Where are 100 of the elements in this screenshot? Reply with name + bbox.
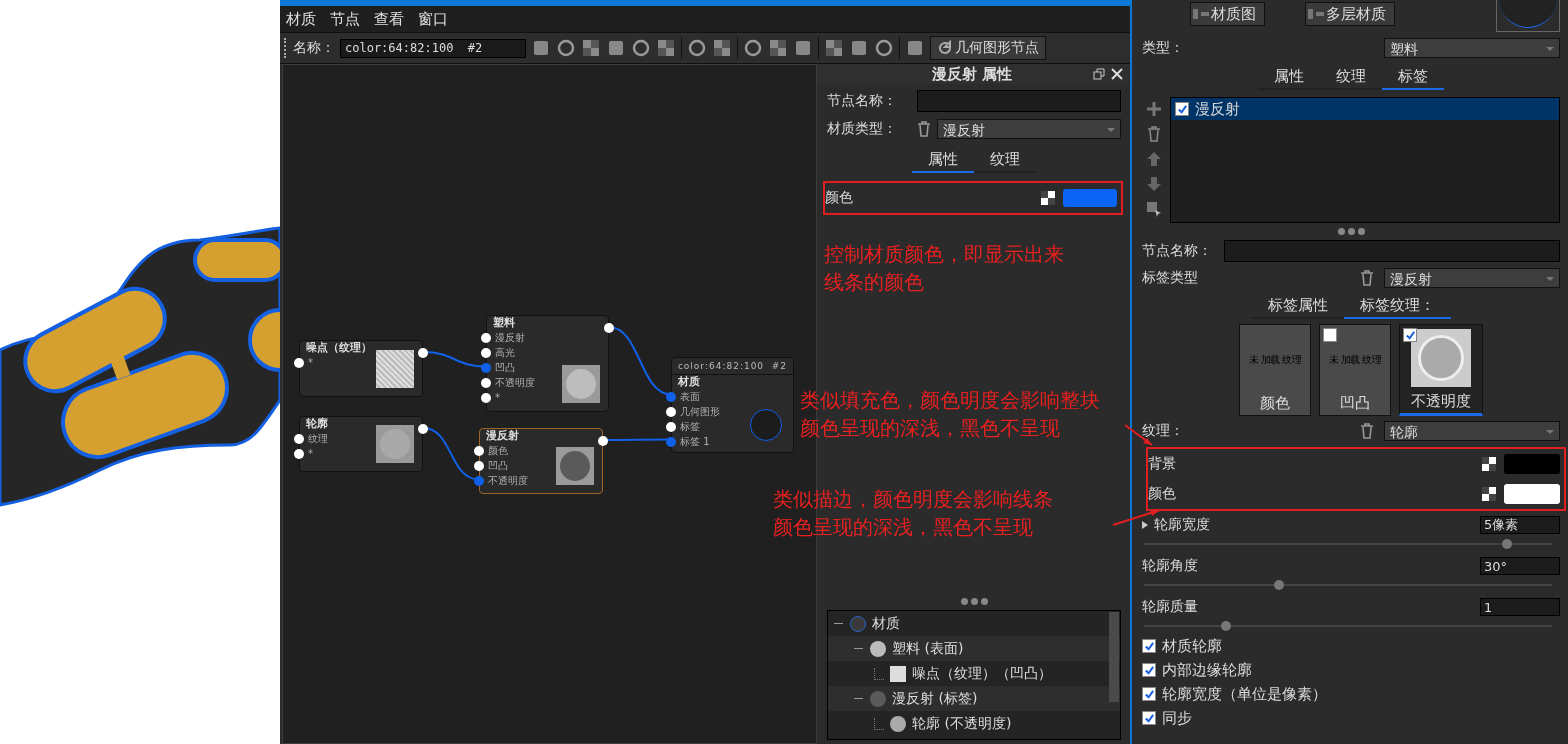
- checkbox[interactable]: [1142, 687, 1156, 701]
- restore-icon[interactable]: [1093, 68, 1105, 80]
- checker-icon[interactable]: [1482, 487, 1496, 501]
- tree-item[interactable]: 塑料 (表面): [828, 636, 1120, 661]
- value-field[interactable]: 5像素: [1480, 516, 1560, 534]
- slider-thumb[interactable]: [1502, 539, 1513, 549]
- material-type-dropdown[interactable]: 漫反射: [937, 119, 1121, 139]
- output-dot[interactable]: [418, 424, 428, 434]
- tab[interactable]: 属性: [1258, 65, 1320, 90]
- up-arrow-icon[interactable]: [1146, 151, 1162, 167]
- texture-slot[interactable]: 不透明度: [1399, 324, 1483, 416]
- color-swatch[interactable]: [1504, 454, 1560, 474]
- output-dot[interactable]: [418, 348, 428, 358]
- checkbox[interactable]: [1323, 328, 1337, 342]
- texture-slot[interactable]: 未 加载 纹理 颜色: [1239, 324, 1311, 416]
- checker-icon[interactable]: [1041, 191, 1055, 205]
- view-button[interactable]: 多层材质: [1305, 2, 1395, 26]
- port-dot[interactable]: [481, 332, 491, 343]
- node-title: 塑料: [492, 316, 516, 330]
- output-dot[interactable]: [598, 436, 608, 446]
- material-icon: [890, 665, 906, 682]
- down-arrow-icon[interactable]: [1146, 176, 1162, 192]
- geometry-node-button[interactable]: 几何图形节点: [930, 36, 1046, 60]
- field-label: 材质类型：: [827, 120, 898, 138]
- close-icon[interactable]: [1111, 68, 1123, 80]
- checkbox-label: 材质轮廓: [1162, 636, 1222, 656]
- slider-thumb[interactable]: [1220, 621, 1231, 631]
- menu-item[interactable]: 查看: [374, 9, 404, 29]
- checkbox[interactable]: [1175, 102, 1189, 116]
- texture-preview: [1411, 329, 1471, 387]
- node-name-field[interactable]: [917, 90, 1121, 112]
- texture-slot[interactable]: 未 加载 纹理 凹凸: [1319, 324, 1391, 416]
- port-label: 漫反射: [494, 330, 525, 345]
- checkbox[interactable]: [1142, 711, 1156, 725]
- port-dot[interactable]: [666, 391, 676, 402]
- port-dot[interactable]: [481, 377, 491, 388]
- value-field[interactable]: 30°: [1480, 557, 1560, 575]
- port-dot[interactable]: [474, 475, 484, 486]
- preview-thumbnail: [376, 350, 414, 388]
- name-field[interactable]: color:64:82:100 #2: [340, 38, 526, 58]
- checkbox[interactable]: [1142, 639, 1156, 653]
- select-icon[interactable]: [1146, 201, 1162, 217]
- port-dot[interactable]: [481, 362, 491, 373]
- value-field[interactable]: 1: [1480, 598, 1560, 616]
- material-icon: [850, 615, 866, 632]
- port-dot[interactable]: [474, 445, 484, 456]
- color-swatch[interactable]: [1504, 484, 1560, 504]
- port-dot[interactable]: [666, 406, 676, 417]
- color-label: 颜色: [1148, 485, 1176, 503]
- port-dot[interactable]: [666, 421, 676, 432]
- port-label: 颜色: [487, 443, 508, 458]
- slot-note: 未 加载 纹理: [1328, 353, 1382, 367]
- color-swatch[interactable]: [1063, 189, 1117, 207]
- menu-item[interactable]: 窗口: [418, 9, 448, 29]
- port-label: 凹凸: [494, 360, 515, 375]
- add-icon[interactable]: [1146, 101, 1162, 117]
- material-icon: [890, 715, 906, 732]
- field-label: 节点名称：: [827, 92, 898, 110]
- slot-label: 凹凸: [1340, 394, 1370, 413]
- checkbox[interactable]: [1142, 663, 1156, 677]
- tab[interactable]: 标签纹理：: [1343, 294, 1451, 319]
- checker-icon[interactable]: [1482, 457, 1496, 471]
- grip-icon: [284, 38, 288, 58]
- checkbox[interactable]: [1403, 328, 1417, 342]
- scrollbar[interactable]: [1109, 612, 1119, 702]
- tree-connector: [874, 717, 884, 730]
- port-dot[interactable]: [666, 436, 676, 447]
- tab[interactable]: 纹理: [974, 148, 1036, 173]
- node-title: 漫反射: [485, 429, 520, 443]
- preview-thumbnail: [376, 425, 414, 463]
- tag-type-dropdown[interactable]: 漫反射: [1384, 268, 1560, 288]
- output-dot[interactable]: [604, 323, 614, 333]
- checkbox-label: 轮廓宽度（单位是像素）: [1162, 684, 1327, 704]
- tab[interactable]: 标签: [1382, 65, 1444, 90]
- tab[interactable]: 属性: [912, 148, 974, 173]
- graph-icon: [1193, 8, 1209, 20]
- port-dot[interactable]: [474, 460, 484, 471]
- port-label: 标签 1: [679, 434, 710, 449]
- sphere-icon[interactable]: [556, 38, 576, 58]
- slider-thumb[interactable]: [1273, 580, 1284, 590]
- node-name-field[interactable]: [1224, 240, 1560, 262]
- field-label: 节点名称：: [1142, 242, 1212, 260]
- port-label: 高光: [494, 345, 515, 360]
- port-dot[interactable]: [481, 347, 491, 358]
- type-dropdown[interactable]: 塑料: [1384, 38, 1560, 58]
- tree-item[interactable]: 漫反射 (标签): [828, 686, 1120, 711]
- panel-title: 漫反射 属性: [930, 64, 1014, 84]
- port-dot[interactable]: [294, 357, 304, 368]
- tab[interactable]: 标签属性: [1251, 294, 1344, 319]
- menu-item[interactable]: 材质: [286, 9, 316, 29]
- slot-label: 不透明度: [1411, 392, 1471, 411]
- tag-list-item[interactable]: 漫反射: [1171, 98, 1559, 120]
- texture-dropdown[interactable]: 轮廓: [1384, 421, 1560, 441]
- tab[interactable]: 纹理: [1320, 65, 1382, 90]
- port-dot[interactable]: [294, 433, 304, 444]
- view-button[interactable]: 材质图: [1190, 2, 1265, 26]
- menu-item[interactable]: 节点: [330, 9, 360, 29]
- port-dot[interactable]: [481, 392, 491, 403]
- port-dot[interactable]: [294, 448, 304, 459]
- checker-icon[interactable]: [581, 38, 601, 58]
